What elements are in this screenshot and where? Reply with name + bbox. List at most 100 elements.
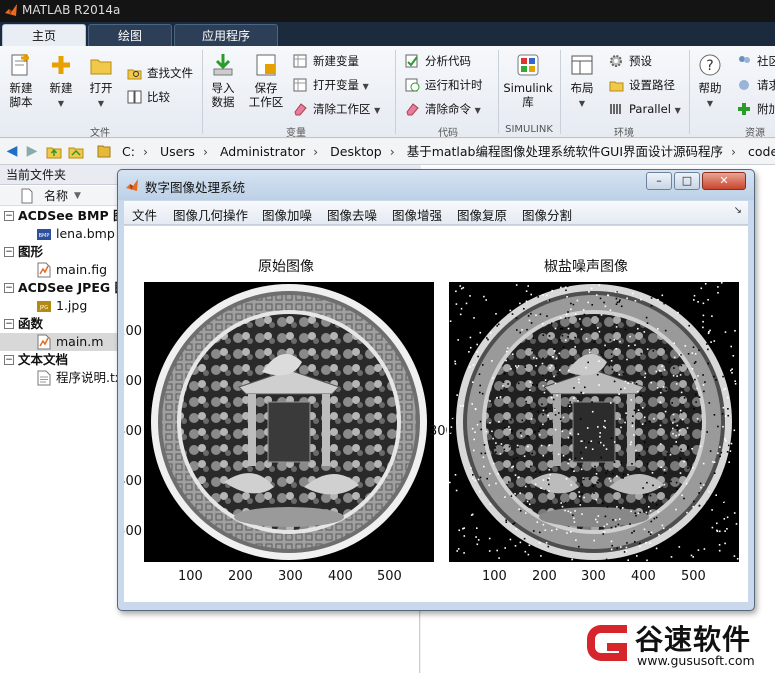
tab-home[interactable]: 主页 xyxy=(2,24,86,46)
address-bar: ◀ ▶ C: › Users › Administrator › Desktop › 基… xyxy=(0,139,775,165)
svg-text:JPG: JPG xyxy=(39,305,48,311)
help-button[interactable]: ? 帮助 ▼ xyxy=(693,52,727,111)
x-tick-label: 400 xyxy=(328,569,353,584)
collapse-icon[interactable]: − xyxy=(4,355,14,365)
collapse-icon[interactable]: − xyxy=(4,247,14,257)
run-and-time-button[interactable]: 运行和计时 xyxy=(405,76,483,94)
run-and-time-label: 运行和计时 xyxy=(425,78,483,92)
open-button[interactable]: 打开 ▼ xyxy=(84,52,118,111)
name-column-label[interactable]: 名称 xyxy=(44,186,68,206)
x-tick-label: 300 xyxy=(278,569,303,584)
breadcrumb: C: › Users › Administrator › Desktop › 基于mat… xyxy=(122,142,775,162)
breadcrumb-item[interactable]: C: xyxy=(122,144,135,159)
clear-commands-button[interactable]: 清除命令 ▼ xyxy=(405,100,481,118)
ribbon: 新建 脚本 新建 ▼ 打开 ▼ 查找文件 比较 文件 导入 数据 保存 工作区 新建… xyxy=(0,46,775,139)
figure-window: 数字图像处理系统 – □ ✕ 文件 图像几何操作 图像加噪 图像去噪 图像增强 … xyxy=(117,169,755,611)
save-workspace-button[interactable]: 保存 工作区 xyxy=(246,52,286,109)
menu-restore[interactable]: 图像复原 xyxy=(457,205,507,224)
collapse-icon[interactable]: − xyxy=(4,211,14,221)
set-path-button[interactable]: 设置路径 xyxy=(609,76,675,94)
file-name: main.m xyxy=(56,334,104,349)
bmp-file-icon: BMP xyxy=(37,229,51,240)
close-button[interactable]: ✕ xyxy=(702,172,746,190)
menu-add-noise[interactable]: 图像加噪 xyxy=(262,205,312,224)
breadcrumb-item[interactable]: Desktop xyxy=(330,144,382,159)
menu-file[interactable]: 文件 xyxy=(132,205,157,224)
help-dropdown-icon[interactable]: ▼ xyxy=(707,99,713,108)
compare-button[interactable]: 比较 xyxy=(127,88,170,106)
new-script-button[interactable]: 新建 脚本 xyxy=(4,52,38,109)
original-image-axes[interactable] xyxy=(144,282,434,562)
maximize-button[interactable]: □ xyxy=(674,172,700,190)
new-button[interactable]: 新建 ▼ xyxy=(44,52,78,111)
sort-arrow-icon[interactable]: ▼ xyxy=(74,186,81,206)
x-tick-label: 300 xyxy=(581,569,606,584)
forward-arrow-icon[interactable]: ▶ xyxy=(24,143,40,159)
folder-path-icon xyxy=(609,81,624,92)
file-group-label: 文件 xyxy=(90,128,110,139)
help-label: 帮助 xyxy=(698,81,722,95)
y-tick-label: 400 xyxy=(124,474,142,489)
watermark-brand: 谷速软件 xyxy=(635,623,752,656)
layout-icon xyxy=(571,55,593,75)
parallel-button[interactable]: Parallel ▼ xyxy=(609,100,681,118)
new-variable-button[interactable]: 新建变量 xyxy=(293,52,359,70)
import-data-button[interactable]: 导入 数据 xyxy=(206,52,240,109)
menu-denoise[interactable]: 图像去噪 xyxy=(327,205,377,224)
new-dropdown-icon[interactable]: ▼ xyxy=(58,99,64,108)
breadcrumb-item[interactable]: Users xyxy=(160,144,195,159)
collapse-icon[interactable]: − xyxy=(4,319,14,329)
breadcrumb-item[interactable]: Administrator xyxy=(220,144,305,159)
community-button[interactable]: 社区 xyxy=(737,52,775,70)
clear-workspace-button[interactable]: 清除工作区 ▼ xyxy=(293,100,380,118)
compare-label: 比较 xyxy=(147,90,170,104)
up-folder-icon[interactable] xyxy=(46,143,62,159)
breadcrumb-item[interactable]: code xyxy=(748,144,775,159)
addons-icon xyxy=(738,103,750,115)
open-dropdown-icon[interactable]: ▼ xyxy=(98,99,104,108)
layout-button[interactable]: 布局 ▼ xyxy=(565,52,599,111)
set-path-label: 设置路径 xyxy=(629,78,675,92)
window-title: MATLAB R2014a xyxy=(22,3,121,17)
toolbar-toggle-icon[interactable]: ↘ xyxy=(734,205,742,216)
tab-apps[interactable]: 应用程序 xyxy=(174,24,278,46)
request-support-button[interactable]: 请求 xyxy=(737,76,775,94)
figure-titlebar[interactable]: 数字图像处理系统 – □ ✕ xyxy=(118,170,754,200)
watermark: 谷速软件 www.gususoft.com xyxy=(583,615,775,673)
request-support-label: 请求 xyxy=(757,78,775,92)
new-variable-label: 新建变量 xyxy=(313,54,359,68)
folder-icon xyxy=(97,145,111,158)
browse-folder-icon[interactable] xyxy=(68,143,84,159)
collapse-icon[interactable]: − xyxy=(4,283,14,293)
menu-geometric-ops[interactable]: 图像几何操作 xyxy=(173,205,248,224)
environment-group-label: 环境 xyxy=(614,128,634,139)
group-divider xyxy=(560,50,561,134)
tab-plots[interactable]: 绘图 xyxy=(88,24,172,46)
new-label: 新建 xyxy=(49,81,73,95)
x-tick-label: 200 xyxy=(228,569,253,584)
noisy-image-axes[interactable] xyxy=(449,282,739,562)
open-variable-icon xyxy=(293,78,307,92)
x-tick-label: 200 xyxy=(532,569,557,584)
open-variable-button[interactable]: 打开变量 ▼ xyxy=(293,76,369,94)
y-tick-label: 200 xyxy=(124,374,142,389)
analyze-code-button[interactable]: 分析代码 xyxy=(405,52,471,70)
simulink-library-button[interactable]: Simulink 库 xyxy=(503,52,553,109)
file-name: lena.bmp xyxy=(56,226,115,241)
menu-segment[interactable]: 图像分割 xyxy=(522,205,572,224)
noisy-image xyxy=(449,282,739,562)
menu-enhance[interactable]: 图像增强 xyxy=(392,205,442,224)
addons-button[interactable]: 附加 xyxy=(737,100,775,118)
preferences-button[interactable]: 预设 xyxy=(609,52,652,70)
parallel-icon xyxy=(610,104,621,114)
simulink-icon xyxy=(517,54,539,76)
y-tick-label: 300 xyxy=(124,424,142,439)
find-files-button[interactable]: 查找文件 xyxy=(127,64,193,82)
analyze-code-label: 分析代码 xyxy=(425,54,471,68)
layout-dropdown-icon[interactable]: ▼ xyxy=(579,99,585,108)
back-arrow-icon[interactable]: ◀ xyxy=(4,143,20,159)
breadcrumb-item[interactable]: 基于matlab编程图像处理系统软件GUI界面设计源码程序 xyxy=(407,144,723,159)
save-workspace-label: 保存 工作区 xyxy=(248,81,284,109)
minimize-button[interactable]: – xyxy=(646,172,672,190)
file-name: 1.jpg xyxy=(56,298,88,313)
